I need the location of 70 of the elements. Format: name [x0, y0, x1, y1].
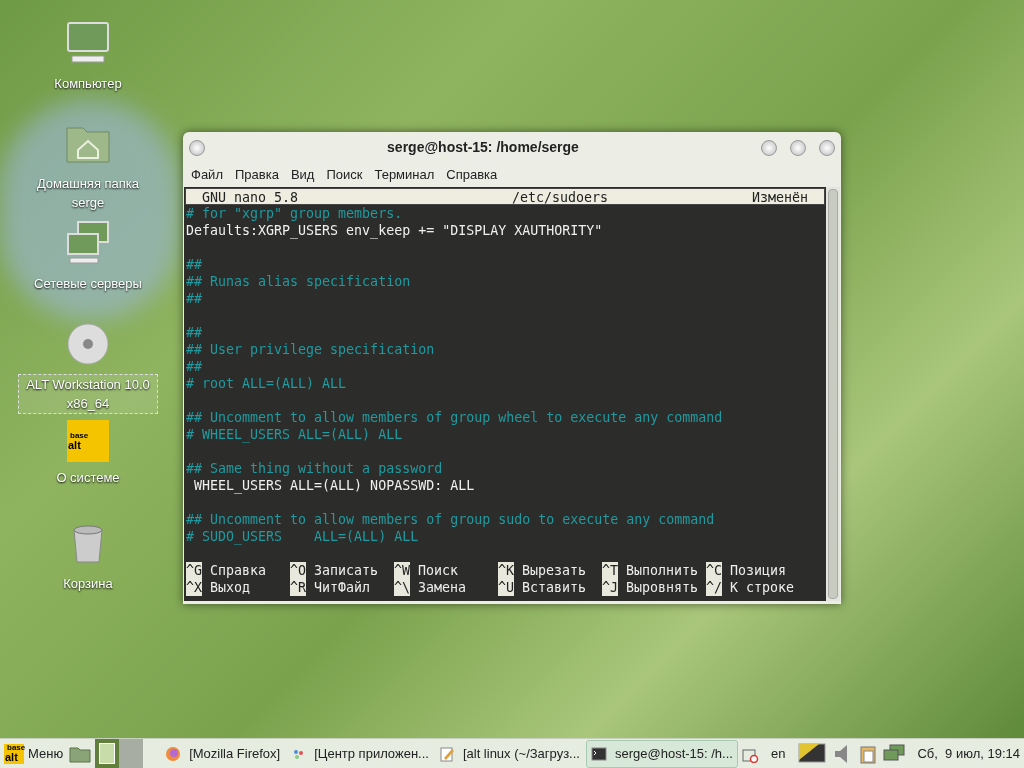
- code-comment: # SUDO_USERS ALL=(ALL) ALL: [186, 529, 419, 544]
- shortcut-label: Вставить: [522, 579, 587, 596]
- minimize-button[interactable]: [761, 139, 777, 156]
- code-comment: # WHEEL_USERS ALL=(ALL) ALL: [186, 427, 403, 442]
- taskbar-button[interactable]: [Mozilla Firefox]: [161, 740, 285, 768]
- taskbar-button[interactable]: [Центр приложен...: [286, 740, 433, 768]
- code-comment: # for "xgrp" group members.: [186, 206, 403, 221]
- modified-status: Изменён: [751, 189, 808, 204]
- menu-item[interactable]: Правка: [228, 165, 285, 185]
- code-comment: ##: [186, 257, 202, 272]
- code-line: Defaults:XGRP_USERS env_keep += "DISPLAY XAUTHORITY": [186, 223, 603, 238]
- window-title: serge@host-15: /home/serge: [386, 138, 580, 157]
- workspace-button[interactable]: [119, 739, 144, 768]
- clipboard-icon[interactable]: [859, 743, 878, 764]
- shortcut-key: ^\: [394, 579, 410, 596]
- shortcut-key: ^R: [290, 579, 306, 596]
- shortcut-label: Записать: [314, 562, 379, 579]
- shortcut-key: ^J: [602, 579, 618, 596]
- code-comment: ## Same thing without a password: [186, 461, 443, 476]
- shortcut-label: Замена: [418, 579, 467, 596]
- window-menu-button[interactable]: [189, 139, 205, 156]
- workspace-button[interactable]: [95, 739, 120, 768]
- code-comment: ## User privilege specification: [186, 342, 435, 357]
- code-line: WHEEL_USERS ALL=(ALL) NOPASSWD: ALL: [193, 478, 475, 493]
- shortcut-label: Выровнять: [626, 579, 699, 596]
- text-editor-icon: [438, 746, 455, 762]
- code-comment: ## Runas alias specification: [186, 274, 411, 289]
- menu-item[interactable]: Файл: [185, 165, 229, 185]
- shortcut-key: ^X: [186, 579, 202, 596]
- code-comment: ## Uncomment to allow members of group wheel to execute any command: [186, 410, 723, 425]
- maximize-button[interactable]: [790, 139, 806, 156]
- code-comment: ##: [186, 325, 202, 340]
- display-settings-icon[interactable]: [797, 741, 828, 766]
- keyboard-layout[interactable]: en: [770, 743, 786, 764]
- shortcut-label: Позиция: [730, 562, 787, 579]
- shortcut-label: Вырезать: [522, 562, 587, 579]
- menu-item[interactable]: Терминал: [368, 165, 441, 185]
- menu-item[interactable]: Поиск: [320, 165, 369, 185]
- shortcut-key: ^T: [602, 562, 618, 579]
- shortcut-key: ^O: [290, 562, 306, 579]
- shortcut-label: Справка: [210, 562, 267, 579]
- code-comment: ##: [186, 291, 202, 306]
- disc-icon[interactable]: [64, 320, 112, 368]
- close-button[interactable]: [819, 139, 835, 156]
- code-comment: ## Uncomment to allow members of group sudo to execute any command: [186, 512, 715, 527]
- code-comment: # root ALL=(ALL) ALL: [186, 376, 347, 391]
- shortcut-key: ^U: [498, 579, 514, 596]
- shortcut-label: Выход: [210, 579, 251, 596]
- taskbar-button[interactable]: serge@host-15: /h...: [585, 740, 738, 768]
- shortcut-key: ^C: [706, 562, 722, 579]
- terminal-icon: [590, 746, 607, 762]
- shortcut-key: ^W: [394, 562, 410, 579]
- shortcut-label: Выполнить: [626, 562, 699, 579]
- menu-item[interactable]: Справка: [440, 165, 504, 185]
- shortcut-key: ^/: [706, 579, 722, 596]
- file-name: /etc/sudoers: [511, 189, 609, 204]
- editor-version: GNU nano 5.8: [202, 189, 299, 204]
- shortcut-label: ЧитФайл: [314, 579, 371, 596]
- shortcut-key: ^G: [186, 562, 202, 579]
- clock[interactable]: Сб, 9 июл, 19:14: [917, 743, 1020, 764]
- shortcut-label: К строке: [730, 579, 795, 596]
- shortcut-label: Поиск: [418, 562, 459, 579]
- folder-icon[interactable]: [69, 744, 92, 763]
- menu-item[interactable]: Вид: [284, 165, 321, 185]
- firefox-icon: [165, 746, 182, 762]
- code-comment: ##: [186, 359, 202, 374]
- shortcut-key: ^K: [498, 562, 514, 579]
- alt-logo-icon[interactable]: base alt: [67, 420, 109, 462]
- taskbar-button[interactable]: [alt linux (~/Загруз...: [434, 740, 584, 768]
- network-icon[interactable]: [883, 743, 906, 764]
